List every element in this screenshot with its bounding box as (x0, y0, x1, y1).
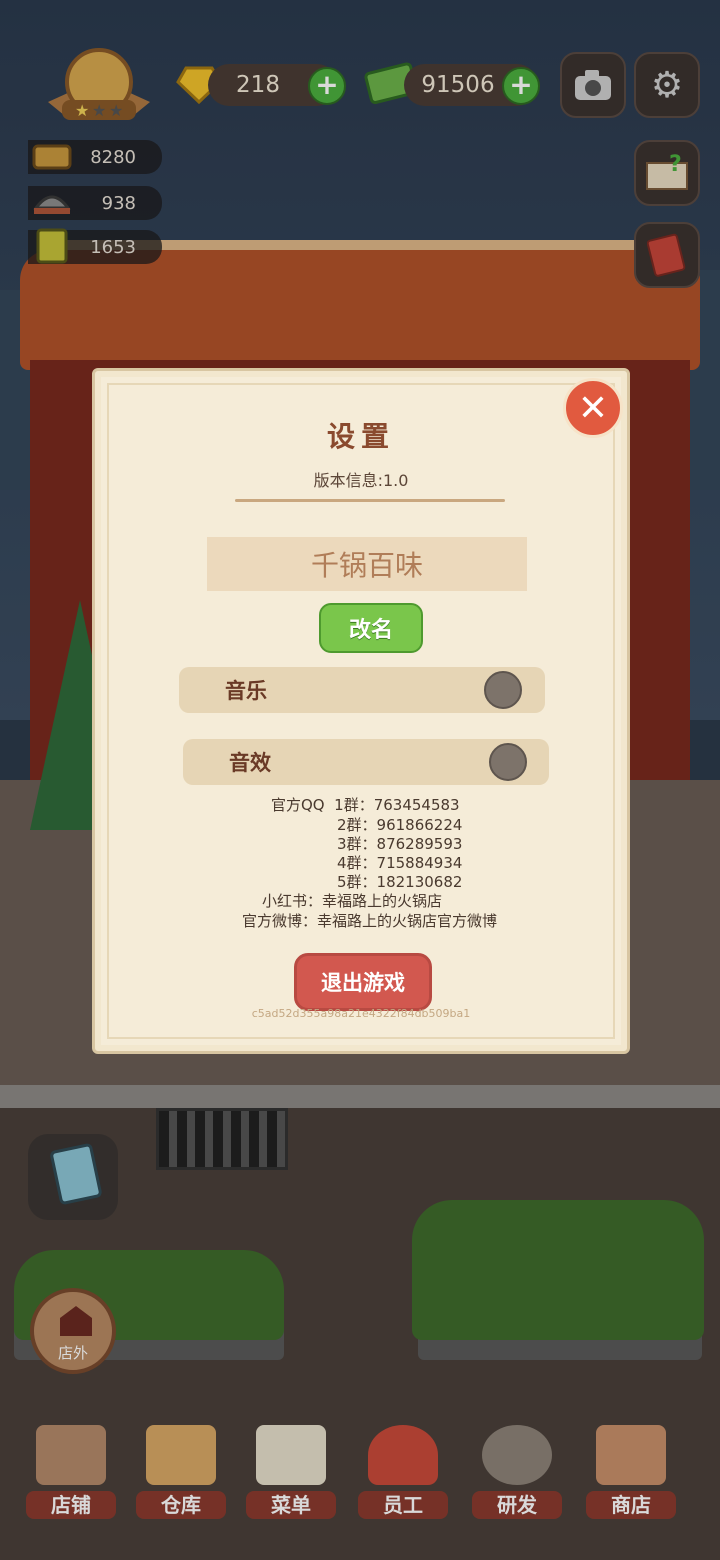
rename-button[interactable]: 改名 (319, 603, 423, 653)
qq-group-1: 官方QQ 1群：763454583 (271, 796, 460, 814)
qq-group-5: 5群：182130682 (337, 873, 463, 891)
player-name-field[interactable]: 千锅百味 (207, 537, 527, 591)
qq-group-4: 4群：715884934 (337, 854, 463, 872)
exit-game-button[interactable]: 退出游戏 (294, 953, 432, 1011)
device-id: c5ad52d355a98a21e4322f84db509ba1 (251, 1007, 471, 1020)
qq-group-3: 3群：876289593 (337, 835, 463, 853)
settings-dialog: 设置 版本信息:1.0 千锅百味 改名 音乐 音效 官方QQ 1群：763454… (92, 368, 630, 1054)
sound-toggle[interactable] (489, 743, 527, 781)
version-info: 版本信息:1.0 (313, 471, 409, 490)
xiaohongshu-info: 小红书：幸福路上的火锅店 (262, 892, 443, 910)
weibo-info: 官方微博：幸福路上的火锅店官方微博 (242, 912, 498, 930)
player-name: 千锅百味 (310, 549, 423, 582)
music-label: 音乐 (225, 679, 267, 703)
sound-label: 音效 (229, 751, 271, 775)
qq-group-2: 2群：961866224 (337, 816, 463, 834)
dialog-title: 设置 (326, 420, 395, 453)
music-toggle[interactable] (484, 671, 522, 709)
sound-setting-row: 音效 (183, 739, 549, 785)
music-setting-row: 音乐 (179, 667, 545, 713)
close-dialog-button[interactable]: ✕ (563, 378, 623, 438)
close-icon: ✕ (577, 387, 609, 429)
title-divider (235, 499, 505, 502)
